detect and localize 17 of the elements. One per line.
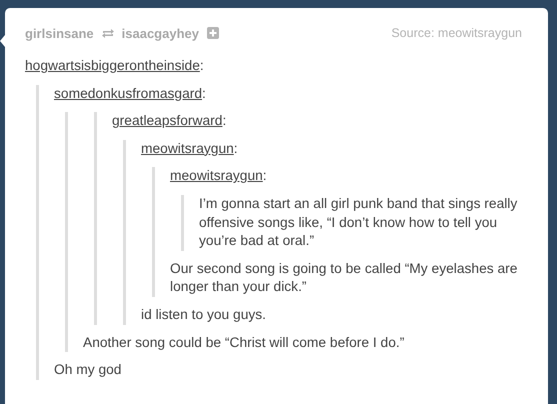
- username-link[interactable]: meowitsraygun: [170, 167, 263, 186]
- colon: :: [202, 84, 206, 103]
- username-link[interactable]: somedonkusfromasgard: [54, 84, 202, 104]
- colon: :: [200, 57, 204, 75]
- post-text: id listen to you guys.: [141, 306, 268, 324]
- reblog-icon: [100, 28, 115, 38]
- username-link[interactable]: greatleapsforward: [112, 112, 222, 131]
- post-text: Oh my god: [54, 361, 122, 380]
- username-link[interactable]: hogwartsisbiggerontheinside: [25, 57, 200, 76]
- colon: :: [222, 112, 226, 130]
- plus-icon[interactable]: [206, 27, 219, 39]
- post-text: Our second song is going to be called “My eyelashes are longer than your dick.”: [170, 260, 518, 296]
- post-text: I’m gonna start an all girl punk band that sings really offensive songs like, “I don’t know how to tell you you’re bad at oral.”: [199, 194, 518, 250]
- username-link[interactable]: meowitsraygun: [141, 140, 234, 158]
- post-text: Another song could be “Christ will come before I do.”: [83, 334, 406, 352]
- colon: :: [234, 140, 238, 158]
- colon: :: [262, 167, 267, 186]
